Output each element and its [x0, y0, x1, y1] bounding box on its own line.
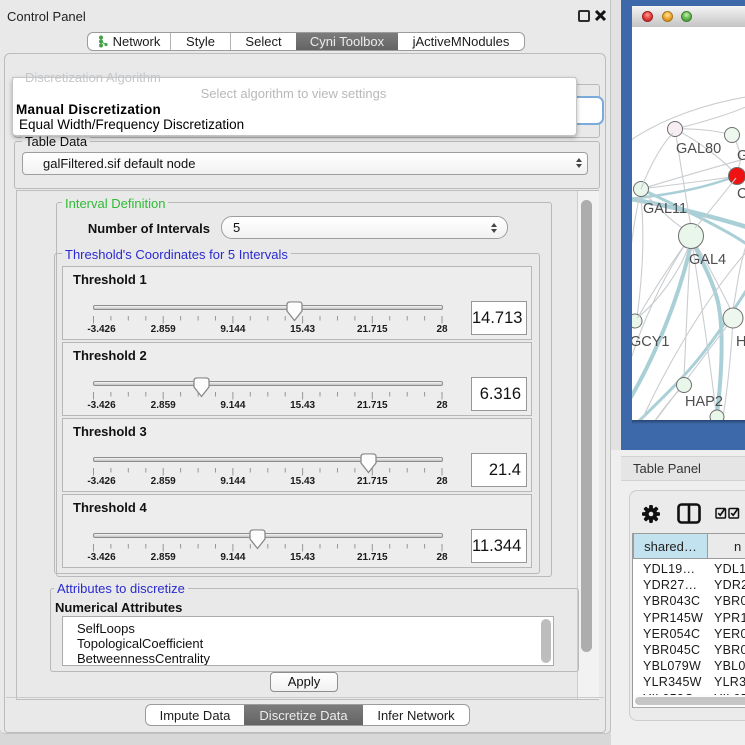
svg-text:HAP2: HAP2 [685, 394, 723, 410]
svg-text:GCY1: GCY1 [632, 334, 670, 350]
svg-text:H: H [736, 334, 745, 350]
svg-text:GAL80: GAL80 [676, 141, 721, 157]
svg-text:C: C [737, 186, 745, 202]
svg-text:GAL4: GAL4 [689, 252, 726, 268]
svg-text:GA: GA [737, 148, 745, 164]
svg-text:GAL11: GAL11 [643, 201, 687, 217]
